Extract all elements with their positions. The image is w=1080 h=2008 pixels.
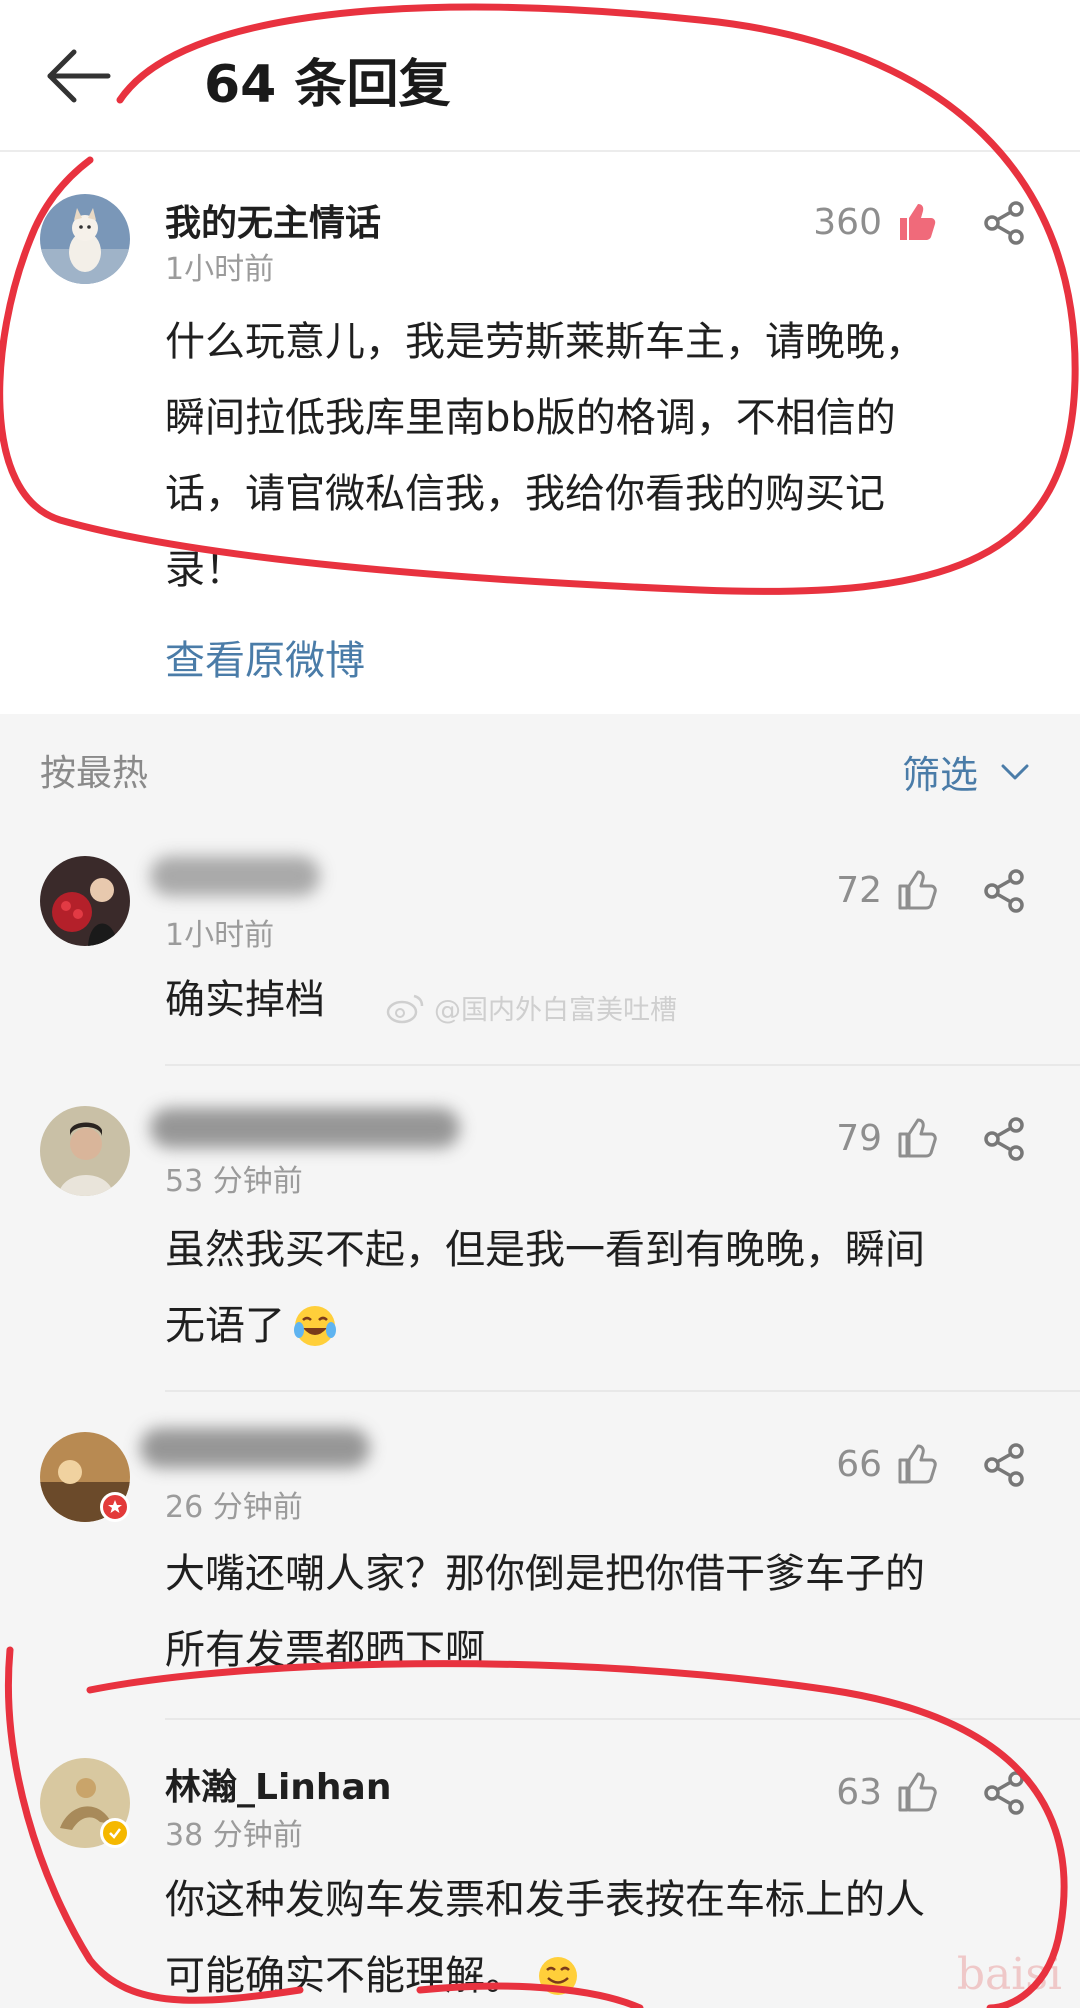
comment-line: 瞬间拉低我库里南bb版的格调，不相信的: [165, 395, 896, 441]
share-icon[interactable]: [982, 1770, 1032, 1820]
watermark: @国内外白富美吐槽: [386, 988, 677, 1027]
reply-line: 无语了: [165, 1303, 285, 1349]
timestamp: 1小时前: [165, 918, 275, 953]
share-icon[interactable]: [982, 1442, 1032, 1492]
weibo-logo-icon: [386, 994, 424, 1023]
smile-emoji-icon: [539, 1957, 577, 1995]
verified-badge-icon: [100, 1818, 130, 1848]
username-blurred: [150, 856, 320, 896]
reply-line: 大嘴还嘲人家？那你倒是把你借干爹车子的: [165, 1551, 925, 1597]
list-item: 林瀚_Linhan 38 分钟前 63 你这种发购车发票和发手表按在车标上的人 …: [0, 1720, 1080, 2008]
comment-line: 话，请官微私信我，我给你看我的购买记: [165, 471, 885, 517]
timestamp: 53 分钟前: [165, 1164, 303, 1199]
reply-line: 所有发票都晒下啊: [165, 1627, 485, 1673]
like-count: 66: [836, 1444, 882, 1485]
back-arrow-icon[interactable]: [44, 44, 114, 108]
username[interactable]: 林瀚_Linhan: [165, 1758, 391, 1810]
watermark-text: @国内外白富美吐槽: [434, 995, 677, 1026]
view-original-link[interactable]: 查看原微博: [165, 628, 365, 686]
avatar[interactable]: [40, 1106, 130, 1196]
reply-line: 可能确实不能理解。: [165, 1953, 525, 1999]
thumbs-up-icon[interactable]: [894, 868, 944, 918]
filter-button[interactable]: 筛选: [902, 744, 1030, 799]
reply-text: 大嘴还嘲人家？那你倒是把你借干爹车子的 所有发票都晒下啊: [165, 1536, 1035, 1688]
timestamp: 1小时前: [165, 252, 275, 287]
thumbs-up-icon[interactable]: [894, 200, 944, 250]
avatar[interactable]: [40, 856, 130, 946]
corner-watermark: baisi: [956, 1949, 1062, 2000]
username-blurred: [150, 1108, 460, 1148]
avatar[interactable]: [40, 194, 130, 284]
share-icon[interactable]: [982, 868, 1032, 918]
thumbs-up-icon[interactable]: [894, 1442, 944, 1492]
page-title: 64 条回复: [204, 55, 451, 115]
list-item: 53 分钟前 79 虽然我买不起，但是我一看到有晚晚，瞬间 无语了: [0, 1066, 1080, 1392]
list-item: 1小时前 72 确实掉档: [0, 818, 1080, 1066]
reply-line-wrap: 可能确实不能理解。: [165, 1938, 1035, 2008]
timestamp: 26 分钟前: [165, 1490, 303, 1525]
list-item: 26 分钟前 66 大嘴还嘲人家？那你倒是把你借干爹车子的 所有发票都晒下啊: [0, 1392, 1080, 1720]
chevron-down-icon: [1001, 764, 1029, 779]
like-count: 72: [836, 870, 882, 911]
like-count: 360: [813, 202, 882, 243]
reply-text: 虽然我买不起，但是我一看到有晚晚，瞬间 无语了: [165, 1212, 1035, 1364]
thumbs-up-icon[interactable]: [894, 1770, 944, 1820]
verified-badge-icon: [100, 1492, 130, 1522]
timestamp: 38 分钟前: [165, 1818, 303, 1853]
top-bar: 64 条回复: [0, 0, 1080, 152]
comment-text: 什么玩意儿，我是劳斯莱斯车主，请晚晚， 瞬间拉低我库里南bb版的格调，不相信的 …: [165, 304, 1035, 608]
main-comment: 我的无主情话 1小时前 360 什么玩意儿，我是劳斯莱斯车主，请晚晚， 瞬间拉低…: [0, 154, 1080, 714]
reply-text: 你这种发购车发票和发手表按在车标上的人 可能确实不能理解。: [165, 1862, 1035, 2008]
reply-line: 你这种发购车发票和发手表按在车标上的人: [165, 1877, 925, 1923]
sort-hot-label[interactable]: 按最热: [40, 744, 148, 796]
username-blurred: [140, 1428, 370, 1468]
laughing-crying-emoji-icon: [294, 1306, 336, 1346]
thumbs-up-icon[interactable]: [894, 1116, 944, 1166]
username[interactable]: 我的无主情话: [165, 194, 381, 246]
like-count: 79: [836, 1118, 882, 1159]
share-icon[interactable]: [982, 200, 1032, 250]
comment-line: 录！: [165, 547, 245, 593]
sort-bar: 按最热 筛选: [0, 714, 1080, 818]
reply-line: 虽然我买不起，但是我一看到有晚晚，瞬间: [165, 1227, 925, 1273]
like-count: 63: [836, 1772, 882, 1813]
filter-label: 筛选: [901, 753, 978, 797]
share-icon[interactable]: [982, 1116, 1032, 1166]
comment-line: 什么玩意儿，我是劳斯莱斯车主，请晚晚，: [165, 319, 925, 365]
reply-line-wrap: 无语了: [165, 1288, 1035, 1364]
